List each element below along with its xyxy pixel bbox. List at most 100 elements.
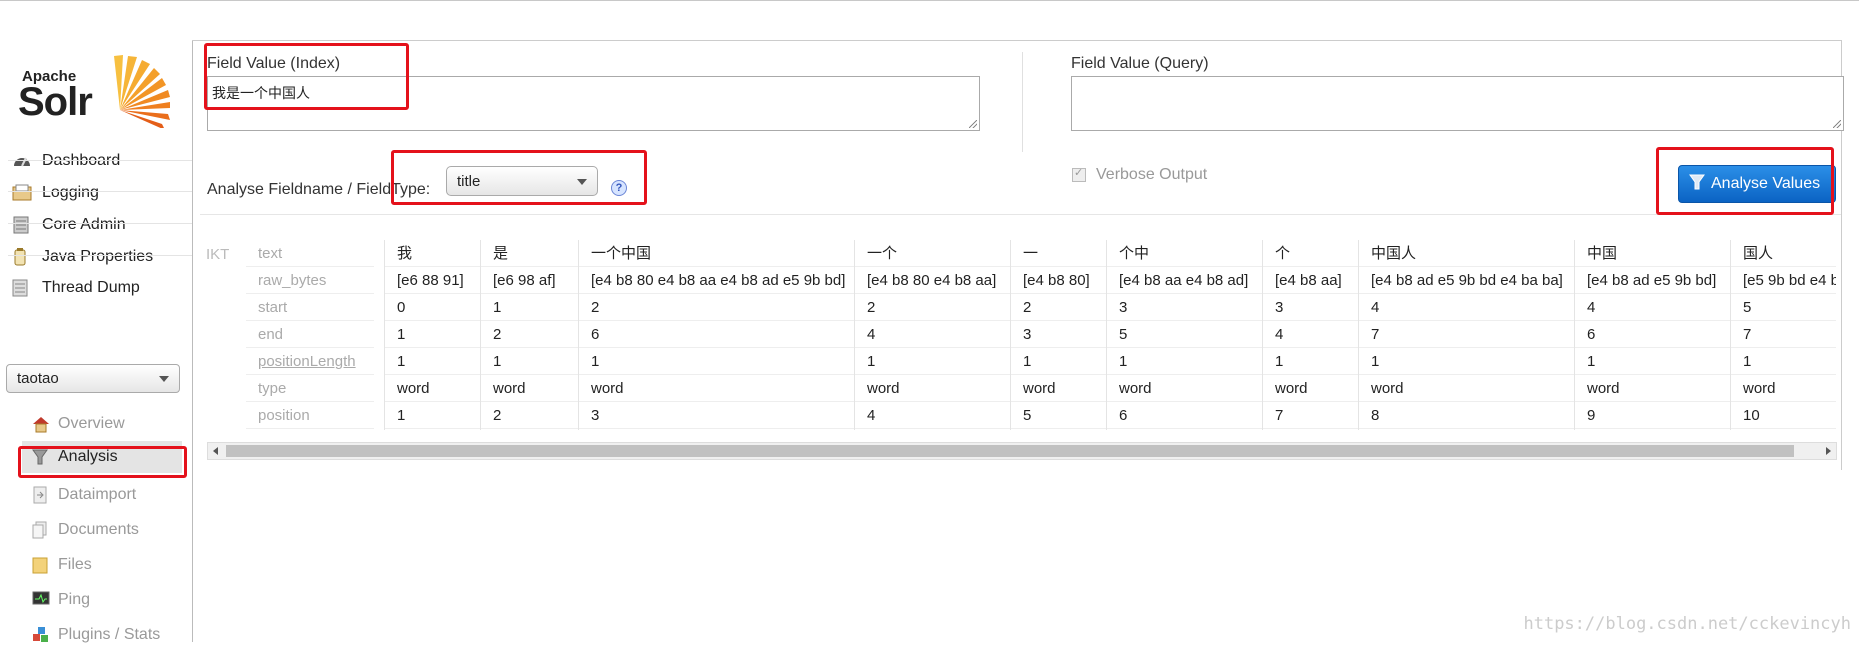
token-start-cell: 2 <box>1011 294 1107 321</box>
column-divider <box>1022 52 1023 152</box>
token-type-cell: word <box>385 375 481 402</box>
query-value-input[interactable] <box>1071 76 1844 131</box>
solr-sun-icon <box>114 55 170 128</box>
scrollbar-thumb[interactable] <box>226 445 1794 457</box>
analyse-values-button[interactable]: Analyse Values <box>1678 165 1836 203</box>
token-text-cell: 中国人 <box>1359 240 1575 267</box>
logo-solr-text: Solr <box>18 80 93 124</box>
token-positionlength-cell: 1 <box>1731 348 1836 375</box>
nav-logging-label: Logging <box>42 184 99 201</box>
token-column: 个 [e4 b8 aa] 3 4 1 word 7 <box>1262 240 1359 430</box>
core-menu-ping[interactable]: Ping <box>22 584 182 616</box>
token-raw_bytes-cell: [e4 b8 aa e4 b8 ad] <box>1107 267 1263 294</box>
core-menu-dataimport-label: Dataimport <box>58 486 137 503</box>
token-position-cell: 4 <box>855 402 1011 429</box>
fieldtype-label: Analyse Fieldname / FieldType: <box>207 181 431 198</box>
row-header-type: type <box>246 375 374 402</box>
token-text-cell: 个 <box>1263 240 1359 267</box>
index-value-text: 我是一个中国人 <box>212 85 310 101</box>
solr-logo[interactable]: Apache Solr <box>18 48 178 128</box>
nav-divider <box>8 255 192 256</box>
content-top-border <box>192 40 1842 41</box>
token-end-cell: 4 <box>855 321 1011 348</box>
horizontal-scrollbar[interactable] <box>207 442 1837 460</box>
filter-icon <box>1689 173 1705 196</box>
token-start-cell: 2 <box>855 294 1011 321</box>
token-column: 一个 [e4 b8 80 e4 b8 aa] 2 4 1 word 4 <box>854 240 1011 430</box>
token-start-cell: 0 <box>385 294 481 321</box>
folder-icon <box>32 556 50 574</box>
core-selector[interactable]: taotao <box>6 364 180 393</box>
row-header-start: start <box>246 294 374 321</box>
token-start-cell: 2 <box>579 294 855 321</box>
fieldtype-select[interactable]: title <box>446 166 598 196</box>
top-border <box>0 0 1859 1</box>
core-menu-analysis-label: Analysis <box>58 448 118 465</box>
token-column: 一 [e4 b8 80] 2 3 1 word 5 <box>1010 240 1107 430</box>
token-raw_bytes-cell: [e4 b8 80 e4 b8 aa e4 b8 ad e5 9b bd] <box>579 267 855 294</box>
verbose-checkbox[interactable] <box>1072 166 1086 182</box>
token-start-cell: 5 <box>1731 294 1836 321</box>
row-header-raw_bytes: raw_bytes <box>246 267 374 294</box>
token-column: 国人[e5 9b bd e4 ba571word10 <box>1730 240 1836 430</box>
verbose-output-toggle[interactable]: Verbose Output <box>1072 166 1207 184</box>
core-menu-files[interactable]: Files <box>22 549 182 581</box>
token-type-cell: word <box>579 375 855 402</box>
token-end-cell: 6 <box>579 321 855 348</box>
core-menu-files-label: Files <box>58 556 92 573</box>
row-header-positionlength[interactable]: positionLength <box>246 348 374 375</box>
java-icon <box>12 248 32 266</box>
resize-grip-icon[interactable] <box>969 120 977 128</box>
core-menu-plugins-stats[interactable]: Plugins / Stats <box>22 619 182 651</box>
core-menu-overview[interactable]: Overview <box>22 408 182 440</box>
token-column: 中国人 [e4 b8 ad e5 9b bd e4 ba ba] 4 7 1 word 8 <box>1358 240 1575 430</box>
help-icon[interactable]: ? <box>611 180 627 196</box>
nav-divider <box>8 160 192 161</box>
nav-core-admin[interactable]: Core Admin <box>8 207 192 243</box>
token-end-cell: 3 <box>1011 321 1107 348</box>
token-positionlength-cell: 1 <box>1107 348 1263 375</box>
token-text-cell: 国人 <box>1731 240 1836 267</box>
token-positionlength-cell: 1 <box>1011 348 1107 375</box>
scroll-right-icon[interactable] <box>1826 447 1831 455</box>
token-position-cell: 2 <box>481 402 579 429</box>
token-column: 一个中国 [e4 b8 80 e4 b8 aa e4 b8 ad e5 9b bd… <box>578 240 855 430</box>
token-type-cell: word <box>1359 375 1575 402</box>
ping-icon <box>32 591 50 609</box>
token-text-cell: 一个中国 <box>579 240 855 267</box>
chevron-down-icon <box>159 376 169 382</box>
token-start-cell: 3 <box>1263 294 1359 321</box>
core-menu-analysis[interactable]: Analysis <box>22 441 182 473</box>
row-header-end: end <box>246 321 374 348</box>
row-header-text: text <box>246 240 374 267</box>
token-text-cell: 中国 <box>1575 240 1731 267</box>
nav-dashboard[interactable]: Dashboard <box>8 143 192 179</box>
token-position-cell: 10 <box>1731 402 1836 429</box>
resize-grip-icon[interactable] <box>1833 120 1841 128</box>
token-position-cell: 8 <box>1359 402 1575 429</box>
token-position-cell: 9 <box>1575 402 1731 429</box>
core-menu-documents-label: Documents <box>58 521 139 538</box>
token-column: 我 [e6 88 91] 0 1 1 word 1 <box>384 240 481 430</box>
token-position-cell: 7 <box>1263 402 1359 429</box>
token-text-cell: 个中 <box>1107 240 1263 267</box>
nav-thread-dump[interactable]: Thread Dump <box>8 270 192 306</box>
nav-core-admin-label: Core Admin <box>42 216 126 233</box>
token-raw_bytes-cell: [e5 9b bd e4 ba <box>1731 267 1836 294</box>
core-menu-dataimport[interactable]: Dataimport <box>22 479 182 511</box>
token-end-cell: 2 <box>481 321 579 348</box>
scroll-left-icon[interactable] <box>213 447 218 455</box>
token-column: 中国 [e4 b8 ad e5 9b bd] 4 6 1 word 9 <box>1574 240 1731 430</box>
token-start-cell: 4 <box>1575 294 1731 321</box>
nav-divider <box>8 191 192 192</box>
nav-java-properties-label: Java Properties <box>42 248 154 265</box>
index-value-input[interactable]: 我是一个中国人 <box>207 76 980 131</box>
core-menu-documents[interactable]: Documents <box>22 514 182 546</box>
token-position-cell: 6 <box>1107 402 1263 429</box>
token-end-cell: 5 <box>1107 321 1263 348</box>
token-raw_bytes-cell: [e4 b8 ad e5 9b bd] <box>1575 267 1731 294</box>
token-column: 个中 [e4 b8 aa e4 b8 ad] 3 5 1 word 6 <box>1106 240 1263 430</box>
row-header-position: position <box>246 402 374 429</box>
nav-logging[interactable]: Logging <box>8 175 192 211</box>
token-raw_bytes-cell: [e6 98 af] <box>481 267 579 294</box>
